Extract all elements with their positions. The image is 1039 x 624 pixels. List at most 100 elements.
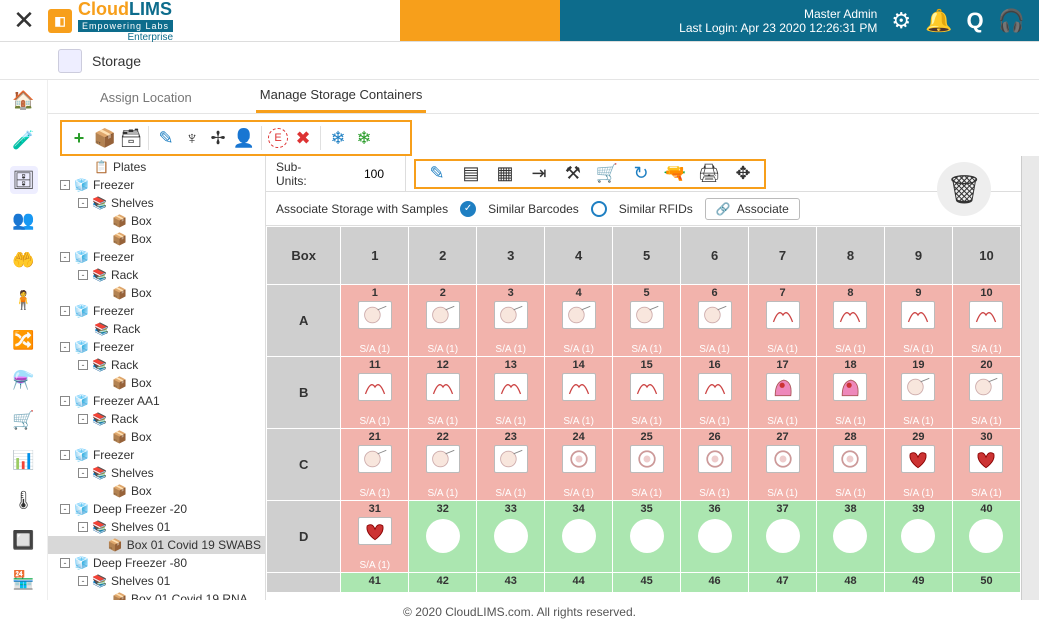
tree-toggle-icon[interactable]: -: [60, 396, 70, 406]
grid-cell[interactable]: 45: [613, 573, 681, 593]
grid-cell[interactable]: 7S/A (1): [749, 285, 817, 357]
grid-cell[interactable]: 41: [341, 573, 409, 593]
grid-cell[interactable]: 25S/A (1): [613, 429, 681, 501]
cart2-icon[interactable]: 🛒: [596, 163, 618, 185]
tree-node[interactable]: 📦Box: [48, 482, 265, 500]
grid-cell[interactable]: 29S/A (1): [884, 429, 952, 501]
tree-node[interactable]: 📦Box: [48, 374, 265, 392]
tree-node[interactable]: -📚Rack: [48, 356, 265, 374]
grid-cell[interactable]: 31S/A (1): [341, 501, 409, 573]
subjects-icon[interactable]: 👥: [10, 206, 38, 234]
add-icon[interactable]: +: [68, 127, 90, 149]
flask-icon[interactable]: ⚗️: [10, 366, 38, 394]
storage-icon[interactable]: 🗄: [10, 166, 38, 194]
export-icon[interactable]: ⇥: [528, 163, 550, 185]
tree-node[interactable]: -📚Rack: [48, 266, 265, 284]
box3d-icon[interactable]: 📦: [94, 127, 116, 149]
tree-toggle-icon[interactable]: -: [78, 198, 88, 208]
tree-node[interactable]: 📦Box 01 Covid 19 SWABS: [48, 536, 265, 554]
tab-assign-location[interactable]: Assign Location: [96, 82, 196, 113]
grid-cell[interactable]: 37: [749, 501, 817, 573]
associate-button[interactable]: 🔗 Associate: [705, 198, 800, 220]
close-icon[interactable]: ✕: [0, 5, 48, 36]
grid-cell[interactable]: 15S/A (1): [613, 357, 681, 429]
bell-icon[interactable]: 🔔: [925, 8, 952, 34]
grid-cell[interactable]: 38: [817, 501, 885, 573]
tree-node[interactable]: 📚Rack: [48, 320, 265, 338]
search-icon[interactable]: Q: [966, 8, 983, 34]
grid-cell[interactable]: 6S/A (1): [681, 285, 749, 357]
grid-cell[interactable]: 39: [884, 501, 952, 573]
tree-toggle-icon[interactable]: -: [78, 414, 88, 424]
dashboard-icon[interactable]: 📊: [10, 446, 38, 474]
tree-node[interactable]: -📚Shelves 01: [48, 518, 265, 536]
grid-cell[interactable]: 32: [409, 501, 477, 573]
instrument-icon[interactable]: 🌡: [10, 486, 38, 514]
tree-node[interactable]: -🧊Freezer AA1: [48, 392, 265, 410]
delete-icon[interactable]: ✖: [292, 127, 314, 149]
tree-toggle-icon[interactable]: -: [78, 522, 88, 532]
tree-node[interactable]: -📚Shelves: [48, 464, 265, 482]
grid-cell[interactable]: 47: [749, 573, 817, 593]
tree-toggle-icon[interactable]: -: [60, 504, 70, 514]
boxes-icon[interactable]: 🗃: [120, 127, 142, 149]
hand-icon[interactable]: 🤲: [10, 246, 38, 274]
grid-cell[interactable]: 46: [681, 573, 749, 593]
grid-cell[interactable]: 1S/A (1): [341, 285, 409, 357]
brand-logo[interactable]: ◧ CloudLIMS Empowering Labs Enterprise: [48, 0, 173, 43]
scan-icon[interactable]: 🔫: [664, 163, 686, 185]
tree-node[interactable]: -🧊Freezer: [48, 176, 265, 194]
radio-similar-barcodes[interactable]: [460, 201, 476, 217]
hierarchy-icon[interactable]: ♆: [181, 127, 203, 149]
tree-node[interactable]: 📦Box 01 Covid 19 RNA: [48, 590, 265, 600]
radio-similar-rfids[interactable]: [591, 201, 607, 217]
tree-node[interactable]: -📚Shelves 01: [48, 572, 265, 590]
merge-icon[interactable]: ✢: [207, 127, 229, 149]
tree-toggle-icon[interactable]: -: [60, 450, 70, 460]
grid-cell[interactable]: 19S/A (1): [884, 357, 952, 429]
grid-cell[interactable]: 9S/A (1): [884, 285, 952, 357]
refresh-icon[interactable]: ↻: [630, 163, 652, 185]
grid-cell[interactable]: 21S/A (1): [341, 429, 409, 501]
headset-icon[interactable]: 🎧: [998, 8, 1025, 34]
tab-manage-containers[interactable]: Manage Storage Containers: [256, 79, 427, 113]
tree-toggle-icon[interactable]: -: [60, 180, 70, 190]
tree-node[interactable]: 📋Plates: [48, 158, 265, 176]
grid-cell[interactable]: 24S/A (1): [545, 429, 613, 501]
freeze-icon[interactable]: ❄: [327, 127, 349, 149]
grid-cell[interactable]: 40: [952, 501, 1020, 573]
tree-toggle-icon[interactable]: -: [60, 252, 70, 262]
grid-cell[interactable]: 49: [884, 573, 952, 593]
grid-cell[interactable]: 42: [409, 573, 477, 593]
e-circle-icon[interactable]: E: [268, 128, 288, 148]
sliders-icon[interactable]: ⚒: [562, 163, 584, 185]
grid-cell[interactable]: 23S/A (1): [477, 429, 545, 501]
grid-cell[interactable]: 16S/A (1): [681, 357, 749, 429]
grid-cell[interactable]: 27S/A (1): [749, 429, 817, 501]
grid-cell[interactable]: 44: [545, 573, 613, 593]
tree-toggle-icon[interactable]: -: [60, 342, 70, 352]
grid-icon[interactable]: ▦: [494, 163, 516, 185]
tree-toggle-icon[interactable]: -: [60, 306, 70, 316]
kiosk-icon[interactable]: 🏪: [10, 566, 38, 594]
grid-cell[interactable]: 22S/A (1): [409, 429, 477, 501]
tree-node[interactable]: -🧊Freezer: [48, 338, 265, 356]
tree-node[interactable]: 📦Box: [48, 230, 265, 248]
move-icon[interactable]: ✥: [732, 163, 754, 185]
sub-units-input[interactable]: [353, 167, 395, 181]
tree-toggle-icon[interactable]: -: [78, 270, 88, 280]
tree-node[interactable]: -📚Shelves: [48, 194, 265, 212]
printer-icon[interactable]: 🖨: [698, 163, 720, 185]
tree-node[interactable]: -🧊Deep Freezer -80: [48, 554, 265, 572]
grid-cell[interactable]: 26S/A (1): [681, 429, 749, 501]
trash-dropzone[interactable]: 🗑: [937, 162, 991, 216]
people-icon[interactable]: 🧍: [10, 286, 38, 314]
tree-node[interactable]: 📦Box: [48, 212, 265, 230]
tree-node[interactable]: 📦Box: [48, 284, 265, 302]
grid-cell[interactable]: 10S/A (1): [952, 285, 1020, 357]
tree-toggle-icon[interactable]: -: [78, 576, 88, 586]
tree-toggle-icon[interactable]: -: [60, 558, 70, 568]
grid-cell[interactable]: 28S/A (1): [817, 429, 885, 501]
grid-cell[interactable]: 30S/A (1): [952, 429, 1020, 501]
grid-cell[interactable]: 13S/A (1): [477, 357, 545, 429]
